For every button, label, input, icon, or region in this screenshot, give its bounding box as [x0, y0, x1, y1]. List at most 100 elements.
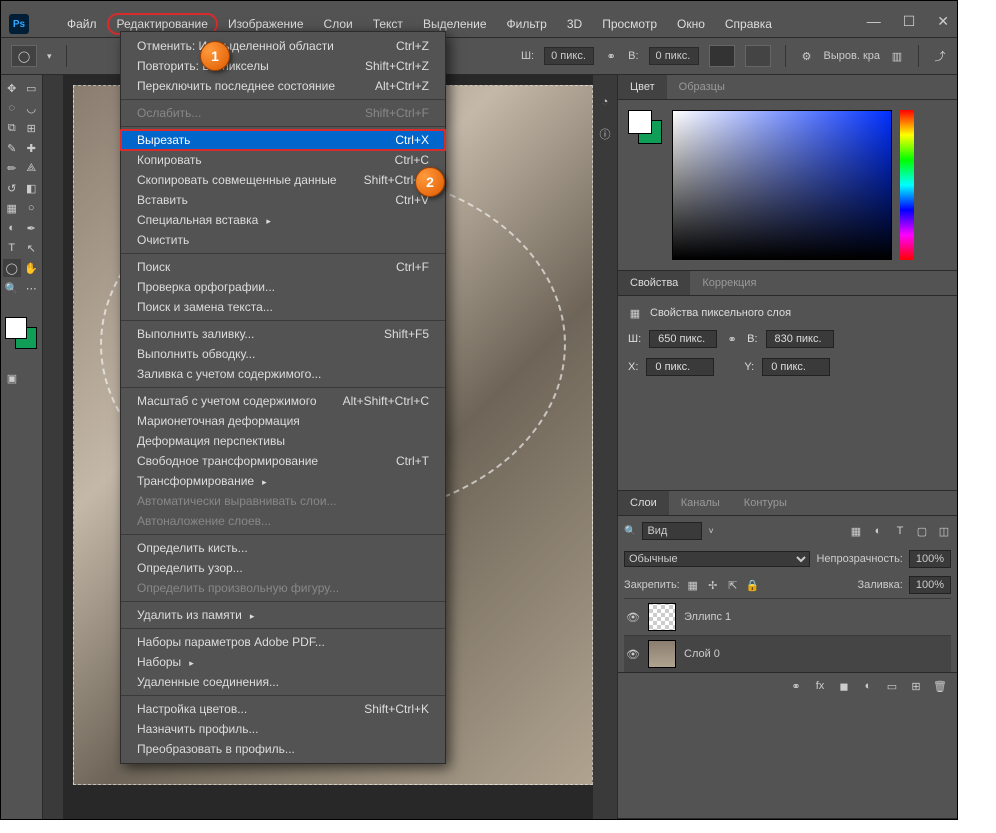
- menu-item[interactable]: Определить узор...: [121, 558, 445, 578]
- menu-item[interactable]: Специальная вставка: [121, 210, 445, 230]
- ellipse-tool[interactable]: ◯: [3, 259, 21, 277]
- quickmask-tool[interactable]: ▣: [3, 369, 21, 387]
- history-icon[interactable]: ◔: [598, 95, 612, 109]
- menu-item[interactable]: Удаленные соединения...: [121, 672, 445, 692]
- mask-icon[interactable]: ◼: [837, 679, 851, 693]
- path-tool[interactable]: ↖: [23, 239, 41, 257]
- menu-item[interactable]: Проверка орфографии...: [121, 277, 445, 297]
- history-brush-tool[interactable]: ↺: [3, 179, 21, 197]
- menu-item[interactable]: ВставитьCtrl+V: [121, 190, 445, 210]
- link-layers-icon[interactable]: ⚭: [789, 679, 803, 693]
- new-layer-icon[interactable]: ⊞: [909, 679, 923, 693]
- menu-item[interactable]: Повторить: Вы пикселыShift+Ctrl+Z: [121, 56, 445, 76]
- menu-item[interactable]: Переключить последнее состояниеAlt+Ctrl+…: [121, 76, 445, 96]
- maximize-icon[interactable]: ☐: [903, 13, 916, 30]
- menu-filter[interactable]: Фильтр: [497, 13, 557, 35]
- layer-item[interactable]: 👁 Слой 0: [624, 635, 951, 672]
- close-icon[interactable]: ✕: [937, 13, 949, 30]
- prop-x-field[interactable]: 0 пикс.: [646, 358, 714, 376]
- opacity-field[interactable]: 100%: [909, 550, 951, 568]
- minimize-icon[interactable]: —: [867, 13, 881, 30]
- lock-position-icon[interactable]: ✢: [706, 578, 720, 592]
- prop-w-field[interactable]: 650 пикс.: [649, 330, 717, 348]
- color-field[interactable]: [672, 110, 892, 260]
- menu-item[interactable]: Деформация перспективы: [121, 431, 445, 451]
- menu-item[interactable]: ПоискCtrl+F: [121, 257, 445, 277]
- hue-slider[interactable]: [900, 110, 914, 260]
- fx-icon[interactable]: fx: [813, 679, 827, 693]
- tab-color[interactable]: Цвет: [618, 75, 667, 99]
- dodge-tool[interactable]: ◐: [3, 219, 21, 237]
- menu-item[interactable]: Наборы: [121, 652, 445, 672]
- menu-item[interactable]: Марионеточная деформация: [121, 411, 445, 431]
- menu-item[interactable]: Поиск и замена текста...: [121, 297, 445, 317]
- menu-3d[interactable]: 3D: [557, 13, 592, 35]
- menu-item[interactable]: Наборы параметров Adobe PDF...: [121, 632, 445, 652]
- visibility-icon[interactable]: 👁: [626, 648, 640, 661]
- menu-item[interactable]: Выполнить заливку...Shift+F5: [121, 324, 445, 344]
- info-icon[interactable]: ⓘ: [598, 127, 612, 141]
- move-tool[interactable]: ✥: [3, 79, 21, 97]
- gear-icon[interactable]: ⚙: [800, 49, 814, 63]
- menu-item[interactable]: Очистить: [121, 230, 445, 250]
- prop-h-field[interactable]: 830 пикс.: [766, 330, 834, 348]
- filter-shape-icon[interactable]: ▢: [915, 524, 929, 538]
- fill-swatch[interactable]: [709, 45, 735, 67]
- share-icon[interactable]: ⤴: [933, 49, 947, 63]
- lock-artboard-icon[interactable]: ⇱: [726, 578, 740, 592]
- lasso-tool[interactable]: ◡: [23, 99, 41, 117]
- filter-pixel-icon[interactable]: ▦: [849, 524, 863, 538]
- filter-type-icon[interactable]: T: [893, 524, 907, 538]
- menu-item[interactable]: Отменить: Ин выделенной областиCtrl+Z: [121, 36, 445, 56]
- menu-view[interactable]: Просмотр: [592, 13, 667, 35]
- menu-item[interactable]: Трансформирование: [121, 471, 445, 491]
- tab-properties[interactable]: Свойства: [618, 271, 690, 295]
- menu-help[interactable]: Справка: [715, 13, 782, 35]
- eyedropper-tool[interactable]: ✎: [3, 139, 21, 157]
- options-icon[interactable]: ▥: [890, 49, 904, 63]
- filter-smart-icon[interactable]: ◫: [937, 524, 951, 538]
- link-wh-icon[interactable]: ⚭: [725, 332, 739, 346]
- width-field[interactable]: 0 пикс.: [544, 47, 594, 65]
- crop-tool[interactable]: ⧉: [3, 119, 21, 137]
- blur-tool[interactable]: ○: [23, 199, 41, 217]
- brush-tool[interactable]: ✏: [3, 159, 21, 177]
- layer-item[interactable]: 👁 Эллипс 1: [624, 598, 951, 635]
- menu-item[interactable]: Преобразовать в профиль...: [121, 739, 445, 759]
- menu-item[interactable]: Настройка цветов...Shift+Ctrl+K: [121, 699, 445, 719]
- group-icon[interactable]: ▭: [885, 679, 899, 693]
- eraser-tool[interactable]: ◧: [23, 179, 41, 197]
- tab-swatches[interactable]: Образцы: [667, 75, 737, 99]
- menu-item[interactable]: КопироватьCtrl+C: [121, 150, 445, 170]
- fill-field[interactable]: 100%: [909, 576, 951, 594]
- type-tool[interactable]: T: [3, 239, 21, 257]
- tab-paths[interactable]: Контуры: [732, 491, 799, 515]
- filter-adjust-icon[interactable]: ◐: [871, 524, 885, 538]
- lock-pixels-icon[interactable]: ▦: [686, 578, 700, 592]
- lock-all-icon[interactable]: 🔒: [746, 578, 760, 592]
- visibility-icon[interactable]: 👁: [626, 611, 640, 624]
- adjustment-icon[interactable]: ◐: [861, 679, 875, 693]
- artboard-tool[interactable]: ▭: [23, 79, 41, 97]
- hand-tool[interactable]: ✋: [23, 259, 41, 277]
- menu-item[interactable]: ВырезатьCtrl+X: [121, 130, 445, 150]
- menu-item[interactable]: Скопировать совмещенные данныеShift+Ctrl…: [121, 170, 445, 190]
- menu-file[interactable]: Файл: [57, 13, 107, 35]
- prop-y-field[interactable]: 0 пикс.: [762, 358, 830, 376]
- frame-tool[interactable]: ⊞: [23, 119, 41, 137]
- healing-tool[interactable]: ✚: [23, 139, 41, 157]
- menu-item[interactable]: Свободное трансформированиеCtrl+T: [121, 451, 445, 471]
- menu-window[interactable]: Окно: [667, 13, 715, 35]
- menu-item[interactable]: Удалить из памяти: [121, 605, 445, 625]
- blend-mode-select[interactable]: Обычные: [624, 551, 810, 567]
- menu-item[interactable]: Назначить профиль...: [121, 719, 445, 739]
- menu-item[interactable]: Определить кисть...: [121, 538, 445, 558]
- zoom-tool[interactable]: 🔍: [3, 279, 21, 297]
- stamp-tool[interactable]: ⟁: [23, 159, 41, 177]
- trash-icon[interactable]: 🗑: [933, 679, 947, 693]
- tab-adjustments[interactable]: Коррекция: [690, 271, 768, 295]
- color-swatch[interactable]: [3, 317, 37, 351]
- pen-tool[interactable]: ✒: [23, 219, 41, 237]
- layer-search-input[interactable]: [642, 522, 702, 540]
- gradient-tool[interactable]: ▦: [3, 199, 21, 217]
